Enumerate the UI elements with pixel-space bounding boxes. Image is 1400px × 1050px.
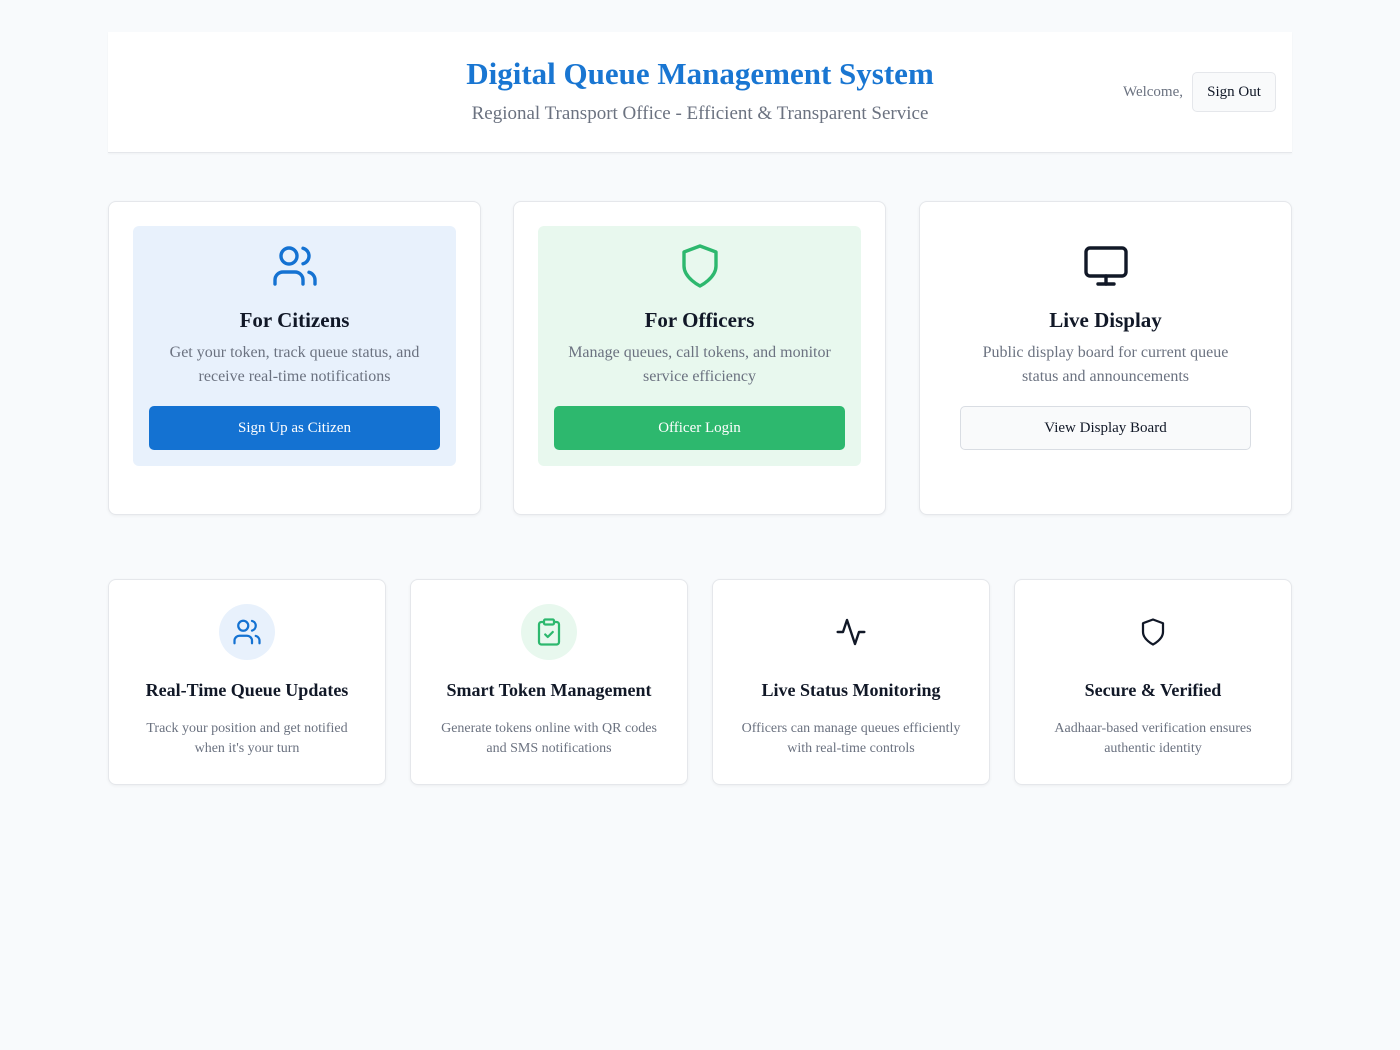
monitor-icon [944, 242, 1267, 290]
live-display-card: Live Display Public display board for cu… [919, 201, 1292, 515]
live-display-card-title: Live Display [1049, 308, 1162, 332]
sign-out-button[interactable]: Sign Out [1192, 72, 1276, 112]
page-subtitle: Regional Transport Office - Efficient & … [471, 103, 929, 124]
officer-card-panel: For Officers Manage queues, call tokens,… [538, 226, 861, 466]
feature-card-status-monitoring: Live Status Monitoring Officers can mana… [712, 579, 990, 785]
app-header: Digital Queue Management System Regional… [108, 32, 1292, 153]
officer-card: For Officers Manage queues, call tokens,… [513, 201, 886, 515]
users-icon [133, 242, 456, 290]
header-title-block: Digital Queue Management System Regional… [108, 54, 1292, 126]
officer-login-button[interactable]: Officer Login [554, 406, 845, 450]
live-display-card-description: Public display board for current queue s… [982, 344, 1229, 385]
live-display-card-panel: Live Display Public display board for cu… [944, 226, 1267, 466]
feature-description: Generate tokens online with QR codes and… [441, 721, 657, 756]
activity-icon [823, 604, 879, 660]
shield-icon [538, 242, 861, 290]
sign-up-citizen-button[interactable]: Sign Up as Citizen [149, 406, 440, 450]
clipboard-check-icon [521, 604, 577, 660]
feature-title: Secure & Verified [1084, 680, 1222, 700]
citizen-card-panel: For Citizens Get your token, track queue… [133, 226, 456, 466]
users-icon [219, 604, 275, 660]
page-title: Digital Queue Management System [466, 56, 934, 91]
citizen-card: For Citizens Get your token, track queue… [108, 201, 481, 515]
feature-title: Real-Time Queue Updates [145, 680, 349, 700]
welcome-text: Welcome, [1122, 83, 1183, 100]
feature-description: Aadhaar-based verification ensures authe… [1054, 721, 1252, 756]
citizen-card-title: For Citizens [239, 308, 350, 332]
feature-description: Track your position and get notified whe… [146, 721, 348, 756]
citizen-card-description: Get your token, track queue status, and … [169, 344, 420, 385]
feature-description: Officers can manage queues efficiently w… [741, 721, 961, 756]
user-area: Welcome, Sign Out [1123, 72, 1276, 112]
officer-card-description: Manage queues, call tokens, and monitor … [568, 344, 831, 385]
view-display-board-button[interactable]: View Display Board [960, 406, 1251, 450]
feature-title: Smart Token Management [446, 680, 652, 700]
feature-card-queue-updates: Real-Time Queue Updates Track your posit… [108, 579, 386, 785]
feature-title: Live Status Monitoring [761, 680, 941, 700]
feature-card-token-management: Smart Token Management Generate tokens o… [410, 579, 688, 785]
shield-icon [1125, 604, 1181, 660]
feature-card-secure-verified: Secure & Verified Aadhaar-based verifica… [1014, 579, 1292, 785]
officer-card-title: For Officers [644, 308, 755, 332]
